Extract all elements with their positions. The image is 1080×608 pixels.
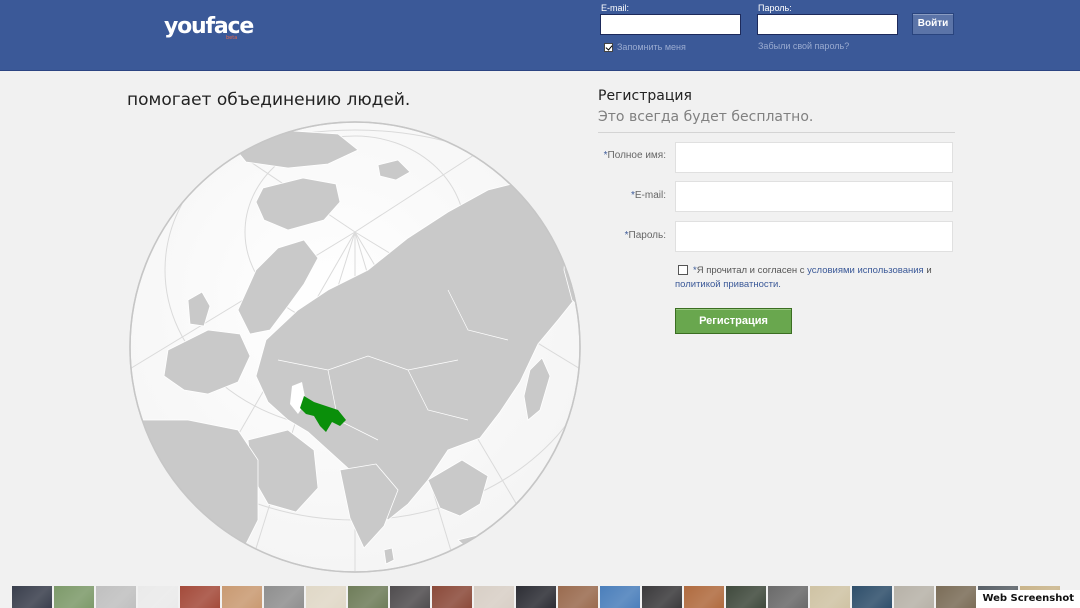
registration-divider	[598, 132, 955, 133]
tagline: помогает объединению людей.	[127, 90, 411, 110]
user-photo-thumbnail[interactable]	[138, 586, 178, 608]
remember-me-label: Запомнить меня	[617, 42, 686, 52]
terms-checkbox[interactable]	[678, 265, 688, 275]
registration-title: Регистрация	[598, 88, 692, 104]
user-photo-thumbnail[interactable]	[222, 586, 262, 608]
user-photo-thumbnail[interactable]	[894, 586, 934, 608]
terms-of-use-link[interactable]: условиями использования	[807, 265, 924, 276]
terms-end: .	[778, 279, 781, 290]
reg-password-label: *Пароль:	[596, 230, 666, 241]
photo-strip	[0, 586, 1080, 608]
login-button[interactable]: Войти	[912, 13, 954, 35]
user-photo-thumbnail[interactable]	[600, 586, 640, 608]
reg-email-label: *E-mail:	[596, 190, 666, 201]
user-photo-thumbnail[interactable]	[54, 586, 94, 608]
terms-prefix: Я прочитал и согласен с	[696, 265, 808, 276]
user-photo-thumbnail[interactable]	[558, 586, 598, 608]
user-photo-thumbnail[interactable]	[180, 586, 220, 608]
reg-email-label-text: E-mail:	[634, 190, 666, 201]
reg-email-input[interactable]	[675, 181, 953, 212]
user-photo-thumbnail[interactable]	[432, 586, 472, 608]
user-photo-thumbnail[interactable]	[852, 586, 892, 608]
user-photo-thumbnail[interactable]	[684, 586, 724, 608]
user-photo-thumbnail[interactable]	[810, 586, 850, 608]
remember-me[interactable]: Запомнить меня	[604, 42, 686, 52]
remember-me-checkbox[interactable]	[604, 42, 613, 52]
privacy-policy-link[interactable]: политикой приватности	[675, 279, 778, 290]
terms-and: и	[923, 265, 932, 276]
user-photo-thumbnail[interactable]	[390, 586, 430, 608]
user-photo-thumbnail[interactable]	[516, 586, 556, 608]
login-email-input[interactable]	[600, 14, 741, 35]
user-photo-thumbnail[interactable]	[936, 586, 976, 608]
user-photo-thumbnail[interactable]	[96, 586, 136, 608]
password-label: Пароль:	[758, 3, 792, 13]
user-photo-thumbnail[interactable]	[474, 586, 514, 608]
login-password-input[interactable]	[757, 14, 898, 35]
full-name-label: *Полное имя:	[596, 150, 666, 161]
user-photo-thumbnail[interactable]	[768, 586, 808, 608]
forgot-password-link[interactable]: Забыли свой пароль?	[758, 41, 849, 51]
register-button[interactable]: Регистрация	[675, 308, 792, 334]
reg-password-input[interactable]	[675, 221, 953, 252]
full-name-label-text: Полное имя:	[607, 150, 666, 161]
top-header-bar: youface beta E-mail: Пароль: Войти Запом…	[0, 0, 1080, 71]
privacy-line: политикой приватности.	[675, 279, 781, 290]
youface-logo[interactable]: youface	[164, 14, 254, 39]
user-photo-thumbnail[interactable]	[264, 586, 304, 608]
user-photo-thumbnail[interactable]	[348, 586, 388, 608]
globe-map-graphic	[129, 121, 581, 573]
user-photo-thumbnail[interactable]	[306, 586, 346, 608]
web-screenshot-watermark: Web Screenshot	[976, 590, 1080, 608]
email-label: E-mail:	[601, 3, 630, 13]
logo-beta-tag: beta	[226, 35, 238, 41]
user-photo-thumbnail[interactable]	[726, 586, 766, 608]
reg-password-label-text: Пароль:	[628, 230, 666, 241]
globe-map	[128, 120, 582, 574]
terms-text: *Я прочитал и согласен с условиями испол…	[693, 263, 938, 279]
registration-subtitle: Это всегда будет бесплатно.	[598, 109, 814, 125]
full-name-input[interactable]	[675, 142, 953, 173]
user-photo-thumbnail[interactable]	[642, 586, 682, 608]
user-photo-thumbnail[interactable]	[12, 586, 52, 608]
